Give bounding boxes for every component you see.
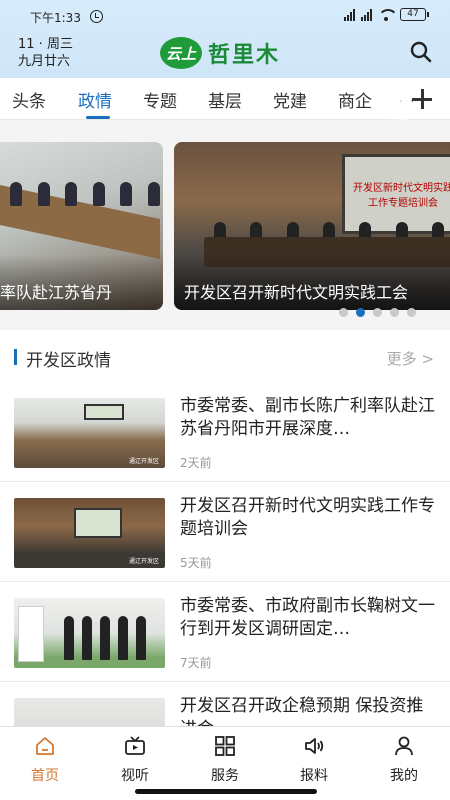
add-channel-icon[interactable] (412, 89, 432, 109)
carousel-dot[interactable] (390, 308, 399, 317)
news-item[interactable]: 通辽开发区 市委常委、副市长陈广利率队赴江苏省丹阳市开展深度… 2天前 (0, 382, 450, 482)
news-thumbnail (14, 598, 165, 668)
slide-caption-overlay: 率队赴江苏省丹 (0, 254, 163, 310)
tab-headlines[interactable]: 头条 (12, 87, 46, 112)
news-item[interactable]: 开发区召开政企稳预期 保投资推进会 (0, 682, 450, 726)
nav-report[interactable]: 报料 (284, 735, 344, 785)
news-title: 市委常委、市政府副市长鞠树文一行到开发区调研固定… (180, 596, 435, 639)
section-header: 开发区政情 更多 > (0, 330, 450, 382)
status-icons: 47 (344, 8, 429, 21)
nav-home[interactable]: 首页 (15, 735, 75, 785)
nav-services[interactable]: 服务 (195, 735, 255, 785)
video-icon (125, 736, 145, 755)
thumb-watermark: 通辽开发区 (128, 458, 159, 465)
wifi-icon (378, 8, 398, 21)
date-display: 11 · 周三 九月廿六 (18, 36, 73, 70)
active-tab-indicator (86, 116, 110, 119)
app-logo: 云上 哲里木 (160, 37, 280, 69)
slide-caption-overlay: 开发区召开新时代文明实践工会 (174, 254, 450, 310)
thumb-screen (84, 404, 124, 420)
banner-slide[interactable]: 率队赴江苏省丹 (0, 142, 163, 310)
battery-icon: 47 (400, 8, 429, 21)
logo-text: 哲里木 (208, 42, 281, 68)
tab-business[interactable]: 商企 (338, 87, 372, 112)
grid-icon (215, 736, 235, 756)
section-accent-bar (14, 349, 17, 365)
section-title: 开发区政情 (26, 351, 111, 371)
date-weekday: 11 · 周三 (18, 37, 73, 52)
carousel-dot[interactable] (373, 308, 382, 317)
alarm-icon (90, 10, 103, 23)
status-bar: 下午1:33 47 (0, 0, 450, 32)
news-title: 市委常委、副市长陈广利率队赴江苏省丹阳市开展深度… (180, 396, 435, 439)
tab-topics[interactable]: 专题 (143, 87, 177, 112)
tab-grassroots[interactable]: 基层 (208, 87, 242, 112)
carousel-dots (339, 308, 416, 317)
carousel-dot[interactable] (339, 308, 348, 317)
news-list: 通辽开发区 市委常委、副市长陈广利率队赴江苏省丹阳市开展深度… 2天前 通辽开发… (0, 382, 450, 726)
banner-carousel[interactable]: 率队赴江苏省丹 开发区新时代文明实践工作专题培训会 开发区召开新时代文明实践工会 (0, 120, 450, 328)
nav-label: 首页 (31, 768, 59, 784)
more-link[interactable]: 更多 > (387, 348, 434, 369)
news-time: 7天前 (180, 656, 212, 670)
thumb-screen (74, 508, 122, 538)
slide-caption: 率队赴江苏省丹 (0, 283, 113, 302)
thumb-shelf (18, 606, 44, 662)
banner-slide-active[interactable]: 开发区新时代文明实践工作专题培训会 开发区召开新时代文明实践工会 (174, 142, 450, 310)
thumb-watermark: 通辽开发区 (128, 558, 159, 565)
news-time: 2天前 (180, 456, 212, 470)
search-icon[interactable] (410, 41, 432, 63)
news-item[interactable]: 通辽开发区 开发区召开新时代文明实践工作专题培训会 5天前 (0, 482, 450, 582)
nav-label: 服务 (211, 768, 239, 784)
nav-profile[interactable]: 我的 (374, 735, 434, 785)
signal-icon (344, 8, 355, 21)
slide-caption: 开发区召开新时代文明实践工会 (184, 283, 409, 302)
date-lunar: 九月廿六 (18, 54, 71, 69)
news-title: 开发区召开政企稳预期 保投资推进会 (180, 696, 424, 726)
channel-tabs: 头条 政情 专题 基层 党建 商企 … (0, 78, 450, 120)
tab-fade (390, 78, 408, 120)
news-thumbnail (14, 698, 165, 726)
carousel-dot-active[interactable] (356, 308, 365, 317)
nav-label: 报料 (300, 768, 328, 784)
news-item[interactable]: 市委常委、市政府副市长鞠树文一行到开发区调研固定… 7天前 (0, 582, 450, 682)
tab-politics[interactable]: 政情 (78, 87, 112, 112)
tab-party[interactable]: 党建 (273, 87, 307, 112)
photo-people (10, 182, 160, 212)
signal-icon-2 (361, 8, 372, 21)
news-thumbnail: 通辽开发区 (14, 398, 165, 468)
home-icon (36, 737, 54, 755)
thumb-people (64, 616, 146, 660)
nav-video[interactable]: 视听 (105, 735, 165, 785)
status-time: 下午1:33 (30, 11, 81, 25)
screen-text: 开发区新时代文明实践工作专题培训会 (353, 183, 450, 209)
carousel-dot[interactable] (407, 308, 416, 317)
news-time: 5天前 (180, 556, 212, 570)
logo-mark: 云上 (160, 37, 202, 69)
user-icon (395, 736, 413, 756)
nav-label: 我的 (390, 768, 418, 784)
nav-label: 视听 (121, 768, 149, 784)
app-header: 下午1:33 47 11 · 周三 九月廿六 云上 哲里木 (0, 0, 450, 78)
news-title: 开发区召开新时代文明实践工作专题培训会 (180, 496, 435, 539)
home-indicator[interactable] (135, 789, 317, 794)
speaker-icon (305, 738, 324, 754)
news-thumbnail: 通辽开发区 (14, 498, 165, 568)
